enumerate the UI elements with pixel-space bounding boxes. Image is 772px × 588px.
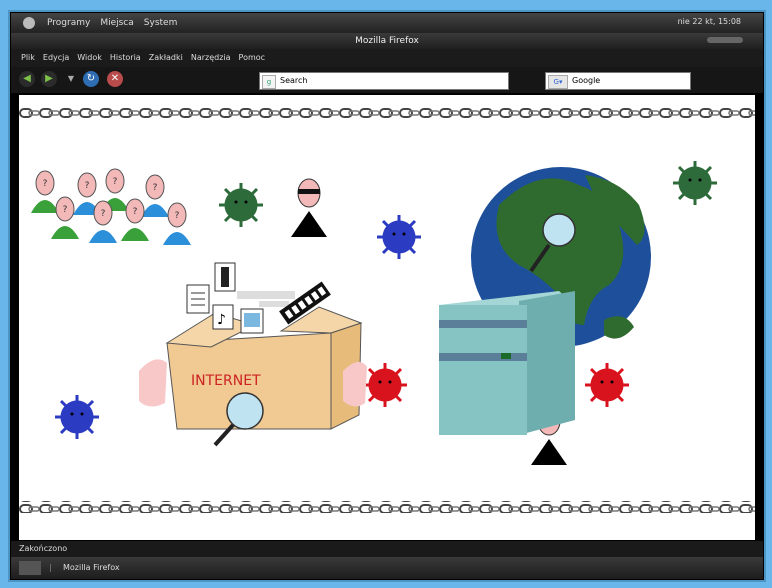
question-mark: ?	[63, 205, 68, 215]
history-dropdown[interactable]: ▼	[63, 71, 79, 87]
show-desktop-button[interactable]	[19, 561, 41, 575]
virus-green-1-icon	[217, 181, 265, 229]
search-engine-label[interactable]: Google	[572, 76, 600, 85]
menu-tools[interactable]: Narzędzia	[191, 53, 231, 62]
page-content: ? ? ? ? ? ? ? ? INTERNET ♪	[19, 95, 755, 540]
menu-system[interactable]: System	[144, 18, 178, 28]
question-mark: ?	[43, 179, 48, 189]
question-mark: ?	[101, 209, 106, 219]
menu-places[interactable]: Miejsca	[100, 18, 133, 28]
gnome-top-panel: Programy Miejsca System nie 22 kt, 15:08	[11, 13, 763, 33]
internet-illustration: ? ? ? ? ? ? ? ? INTERNET ♪	[19, 107, 755, 513]
question-mark: ?	[175, 211, 180, 221]
box-label: INTERNET	[191, 373, 261, 389]
close-icon: ✕	[110, 73, 120, 84]
window-controls[interactable]	[707, 37, 743, 43]
reload-icon: ↻	[86, 73, 96, 84]
chain-bottom	[19, 501, 755, 513]
panel-clock[interactable]: nie 22 kt, 15:08	[678, 17, 741, 26]
url-bar[interactable]: g Search	[259, 72, 509, 90]
server-icon	[439, 291, 575, 435]
menu-file[interactable]: Plik	[21, 53, 35, 62]
music-note-icon: ♪	[217, 312, 226, 328]
back-arrow-icon: ◀	[23, 73, 31, 84]
back-button[interactable]: ◀	[19, 71, 35, 87]
status-bar: Zakończono	[11, 541, 763, 557]
question-mark: ?	[113, 177, 118, 187]
virus-blue-2-icon	[53, 393, 101, 441]
crowd-of-users: ? ? ? ? ? ? ? ?	[30, 168, 192, 246]
menu-view[interactable]: Widok	[77, 53, 102, 62]
question-mark: ?	[153, 183, 158, 193]
forward-arrow-icon: ▶	[45, 73, 53, 84]
window-title: Mozilla Firefox	[355, 36, 419, 46]
virus-green-2-icon	[671, 159, 719, 207]
hacker-top-icon	[291, 178, 327, 237]
gnome-bottom-panel: | Mozilla Firefox	[11, 557, 763, 579]
chain-top	[19, 107, 755, 119]
menu-applications[interactable]: Programy	[47, 18, 90, 28]
virus-red-1-icon	[361, 361, 409, 409]
navigation-toolbar: ◀ ▶ ▼ ↻ ✕ g Search G▾ Google	[11, 67, 763, 93]
question-mark: ?	[133, 207, 138, 217]
site-favicon-icon: g	[262, 75, 276, 89]
internet-box-icon: INTERNET	[165, 306, 363, 430]
menu-bookmarks[interactable]: Zakładki	[149, 53, 183, 62]
question-mark: ?	[85, 181, 90, 191]
search-engine-selector-icon[interactable]: G▾	[548, 75, 568, 89]
taskbar-firefox-button[interactable]: Mozilla Firefox	[63, 563, 120, 572]
search-bar[interactable]: G▾ Google	[545, 72, 691, 90]
menu-help[interactable]: Pomoc	[239, 53, 266, 62]
status-text: Zakończono	[19, 544, 68, 553]
reload-button[interactable]: ↻	[83, 71, 99, 87]
virus-blue-1-icon	[375, 213, 423, 261]
stop-button[interactable]: ✕	[107, 71, 123, 87]
screen-frame: Programy Miejsca System nie 22 kt, 15:08…	[10, 12, 764, 580]
virus-red-2-icon	[583, 361, 631, 409]
panel-separator: |	[49, 563, 52, 572]
gnome-foot-icon[interactable]	[23, 17, 35, 29]
menu-edit[interactable]: Edycja	[43, 53, 69, 62]
chevron-down-icon: ▼	[67, 74, 75, 83]
window-titlebar[interactable]: Mozilla Firefox	[11, 33, 763, 49]
menu-bar: Plik Edycja Widok Historia Zakładki Narz…	[11, 49, 763, 67]
forward-button[interactable]: ▶	[41, 71, 57, 87]
menu-history[interactable]: Historia	[110, 53, 141, 62]
url-input-value[interactable]: Search	[280, 76, 307, 85]
